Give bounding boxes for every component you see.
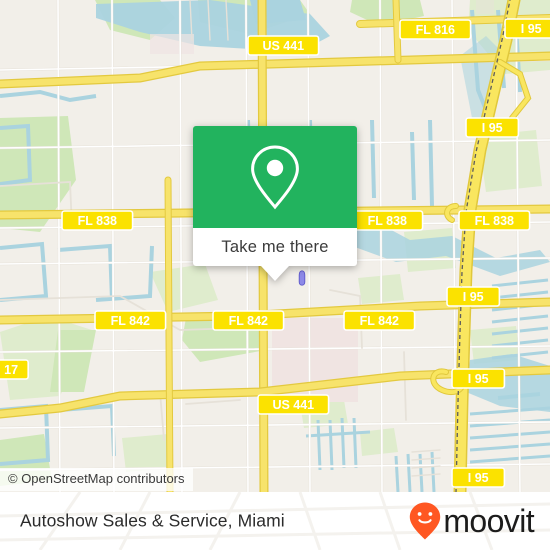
road-shield-label: FL 816 xyxy=(416,23,455,37)
place-title: Autoshow Sales & Service, Miami xyxy=(20,510,285,531)
footer-bar: Autoshow Sales & Service, Miami moovit xyxy=(0,492,550,550)
road-shield-label: I 95 xyxy=(463,290,484,304)
road-shield: I 95 xyxy=(451,368,506,389)
road-shield-label: FL 838 xyxy=(475,214,514,228)
road-shield-label: I 95 xyxy=(482,121,503,135)
road-shield-label: FL 838 xyxy=(78,214,117,228)
take-me-there-callout[interactable]: Take me there xyxy=(193,126,357,281)
road-shield: FL 842 xyxy=(94,310,167,331)
road-shield-label: US 441 xyxy=(262,39,304,53)
moovit-smiley-pin-icon xyxy=(410,502,441,540)
map-pin-icon xyxy=(251,145,299,210)
road-shield-label: I 95 xyxy=(468,471,489,485)
road-shield-label: FL 842 xyxy=(360,314,399,328)
moovit-brand[interactable]: moovit xyxy=(408,501,535,541)
road-shield-label: FL 838 xyxy=(368,214,407,228)
road-shield: I 95 xyxy=(465,117,520,138)
road-shield-label: I 95 xyxy=(521,22,542,36)
road-shield-label: I 95 xyxy=(468,372,489,386)
road-shield: I 95 xyxy=(446,286,501,307)
road-shield: FL 842 xyxy=(343,310,416,331)
callout-icon-panel xyxy=(193,126,357,228)
road-shield: FL 816 xyxy=(399,19,472,40)
road-shield-label: US 441 xyxy=(272,398,314,412)
road-shield-label: FL 842 xyxy=(229,314,268,328)
road-shield: US 441 xyxy=(257,394,330,415)
road-shield: US 441 xyxy=(247,35,320,56)
callout-pointer xyxy=(261,266,289,281)
road-shield: I 95 xyxy=(504,18,550,39)
callout-label: Take me there xyxy=(221,237,329,256)
road-shield: I 95 xyxy=(451,467,506,488)
callout-action-panel[interactable]: Take me there xyxy=(193,228,357,266)
road-shield-label: 17 xyxy=(4,363,18,377)
moovit-wordmark: moovit xyxy=(443,503,534,539)
poi-marker-icon xyxy=(298,270,306,286)
map-screenshot: .land{fill:#f2efe9;} .water{fill:#aad3df… xyxy=(0,0,550,550)
road-shield: FL 838 xyxy=(351,210,424,231)
map-viewport[interactable]: .land{fill:#f2efe9;} .water{fill:#aad3df… xyxy=(0,0,550,492)
map-attribution[interactable]: © OpenStreetMap contributors xyxy=(0,468,193,491)
road-shield: FL 838 xyxy=(458,210,531,231)
road-shield: 17 xyxy=(0,359,29,380)
road-shield: FL 838 xyxy=(61,210,134,231)
road-shield-label: FL 842 xyxy=(111,314,150,328)
road-shield: FL 842 xyxy=(212,310,285,331)
